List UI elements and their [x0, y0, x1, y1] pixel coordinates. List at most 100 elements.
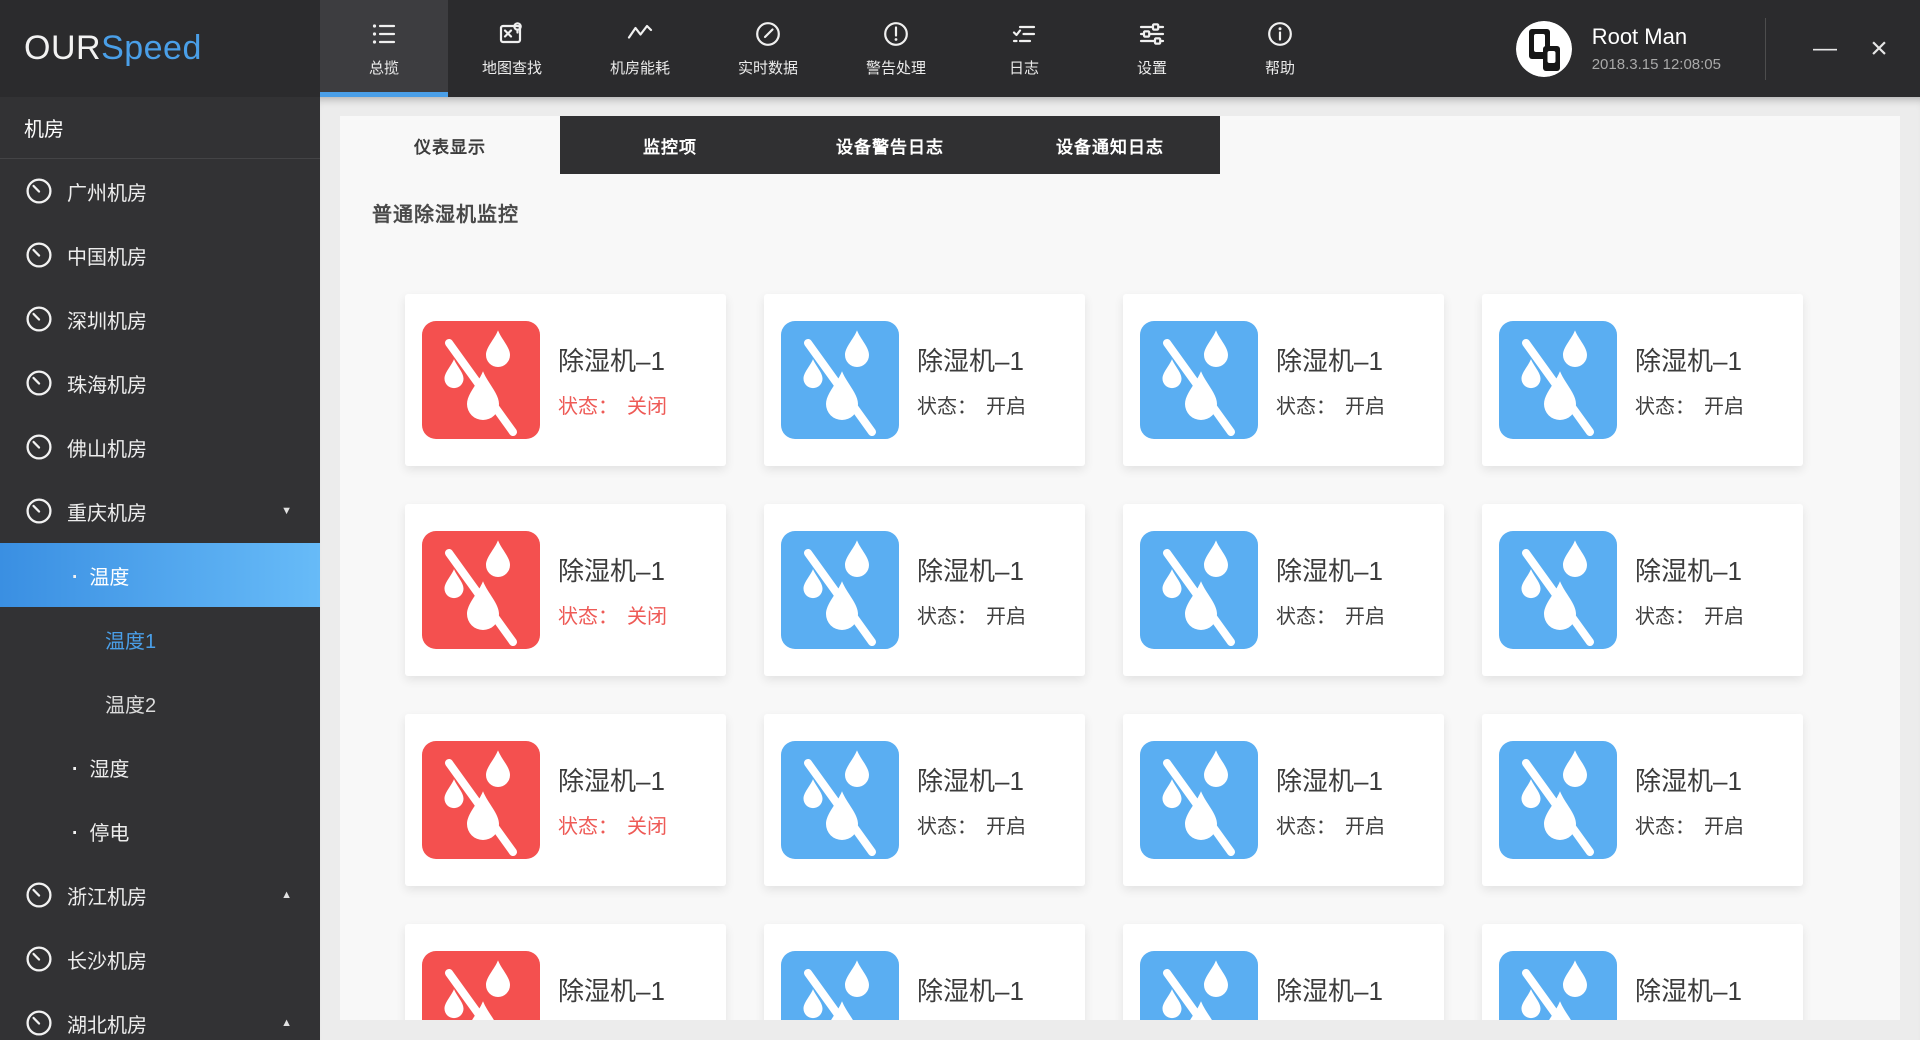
- card-text: 除湿机–1 状态： 关闭: [558, 971, 667, 1020]
- card-text: 除湿机–1 状态： 开启: [1635, 971, 1744, 1020]
- water-drop-slash-icon: [1140, 951, 1258, 1020]
- gauge-icon: [24, 944, 54, 974]
- device-status: 状态： 开启: [917, 600, 1026, 629]
- tab-label: 仪表显示: [414, 133, 486, 158]
- water-drop-slash-icon: [781, 531, 899, 649]
- close-button[interactable]: ×: [1858, 28, 1900, 70]
- dehumidifier-card[interactable]: 除湿机–1 状态： 开启: [1123, 924, 1444, 1020]
- device-status: 状态： 关闭: [558, 390, 667, 419]
- tab[interactable]: 设备警告日志: [780, 116, 1000, 174]
- content-area: 仪表显示 监控项 设备警告日志 设备通知日志: [320, 97, 1920, 1040]
- sidebar-item-label: 中国机房: [67, 241, 147, 270]
- user-name: Root Man: [1592, 24, 1721, 50]
- status-label: 状态：: [1276, 810, 1336, 839]
- sidebar-item[interactable]: 长沙机房: [0, 927, 320, 991]
- nav-item[interactable]: 日志: [960, 0, 1088, 97]
- device-status: 状态： 开启: [917, 810, 1026, 839]
- gauge-icon: [24, 432, 54, 462]
- tab[interactable]: 设备通知日志: [1000, 116, 1220, 174]
- dehumidifier-card[interactable]: 除湿机–1 状态： 开启: [764, 714, 1085, 886]
- sidebar-item[interactable]: · 停电: [0, 799, 320, 863]
- status-value: 开启: [1345, 390, 1385, 419]
- minimize-button[interactable]: —: [1804, 28, 1846, 70]
- dehumidifier-card[interactable]: 除湿机–1 状态： 关闭: [405, 714, 726, 886]
- dehumidifier-card[interactable]: 除湿机–1 状态： 开启: [1123, 504, 1444, 676]
- status-label: 状态：: [558, 600, 618, 629]
- device-title: 除湿机–1: [1276, 761, 1385, 798]
- status-label: 状态：: [1635, 390, 1695, 419]
- sidebar-item-label: 佛山机房: [67, 433, 147, 462]
- device-title: 除湿机–1: [1635, 761, 1744, 798]
- nav-item[interactable]: 警告处理: [832, 0, 960, 97]
- tab-label: 设备警告日志: [836, 133, 944, 158]
- nav-item[interactable]: 总揽: [320, 0, 448, 97]
- sidebar-item[interactable]: 浙江机房 ▲: [0, 863, 320, 927]
- status-label: 状态：: [917, 810, 977, 839]
- card-text: 除湿机–1 状态： 开启: [1635, 761, 1744, 839]
- card-text: 除湿机–1 状态： 开启: [1635, 551, 1744, 629]
- help-icon: [1266, 20, 1294, 48]
- status-value: 关闭: [627, 600, 667, 629]
- status-value: 关闭: [627, 390, 667, 419]
- dehumidifier-card[interactable]: 除湿机–1 状态： 开启: [1482, 504, 1803, 676]
- status-label: 状态：: [917, 600, 977, 629]
- gauge-icon: [24, 176, 54, 206]
- nav-item-label: 日志: [1009, 57, 1039, 78]
- map-search-icon: [498, 20, 526, 48]
- sidebar-item[interactable]: · 湿度: [0, 735, 320, 799]
- status-value: 开启: [1704, 600, 1744, 629]
- card-text: 除湿机–1 状态： 关闭: [558, 761, 667, 839]
- app-window: OURSpeed 机房 广州机房: [0, 0, 1920, 1040]
- water-drop-slash-icon: [1499, 951, 1617, 1020]
- nav-item-label: 警告处理: [866, 57, 926, 78]
- nav-item[interactable]: 实时数据: [704, 0, 832, 97]
- device-title: 除湿机–1: [1635, 551, 1744, 588]
- dehumidifier-card[interactable]: 除湿机–1 状态： 开启: [1482, 294, 1803, 466]
- content-panel: 仪表显示 监控项 设备警告日志 设备通知日志: [340, 116, 1900, 1020]
- sidebar-item[interactable]: 深圳机房: [0, 287, 320, 351]
- dehumidifier-card[interactable]: 除湿机–1 状态： 开启: [764, 924, 1085, 1020]
- water-drop-slash-icon: [1499, 741, 1617, 859]
- nav-item-label: 总揽: [369, 57, 399, 78]
- sidebar-item[interactable]: 重庆机房 ▼: [0, 479, 320, 543]
- expand-arrow-icon: ▲: [281, 1017, 292, 1029]
- gauge-icon: [24, 496, 54, 526]
- dehumidifier-card[interactable]: 除湿机–1 状态： 关闭: [405, 924, 726, 1020]
- device-title: 除湿机–1: [917, 971, 1026, 1008]
- sidebar-item[interactable]: 温度2: [0, 671, 320, 735]
- card-text: 除湿机–1 状态： 开启: [917, 761, 1026, 839]
- tab[interactable]: 监控项: [560, 116, 780, 174]
- status-value: 开启: [986, 600, 1026, 629]
- nav-item[interactable]: 机房能耗: [576, 0, 704, 97]
- sidebar-item[interactable]: 广州机房: [0, 159, 320, 223]
- water-drop-slash-icon: [1499, 321, 1617, 439]
- card-text: 除湿机–1 状态： 开启: [1276, 551, 1385, 629]
- dehumidifier-card[interactable]: 除湿机–1 状态： 开启: [764, 504, 1085, 676]
- tab[interactable]: 仪表显示: [340, 116, 560, 174]
- sidebar-item[interactable]: 温度1: [0, 607, 320, 671]
- sidebar-item[interactable]: 佛山机房: [0, 415, 320, 479]
- nav-items: 总揽 地图查找 机房能耗 实时数据: [320, 0, 1344, 97]
- logo-text-accent: Speed: [101, 29, 202, 68]
- dehumidifier-card[interactable]: 除湿机–1 状态： 关闭: [405, 294, 726, 466]
- dehumidifier-card[interactable]: 除湿机–1 状态： 关闭: [405, 504, 726, 676]
- nav-item[interactable]: 帮助: [1216, 0, 1344, 97]
- sidebar-item[interactable]: · 温度: [0, 543, 320, 607]
- dehumidifier-card[interactable]: 除湿机–1 状态： 开启: [764, 294, 1085, 466]
- dehumidifier-card[interactable]: 除湿机–1 状态： 开启: [1482, 924, 1803, 1020]
- dehumidifier-card[interactable]: 除湿机–1 状态： 开启: [1123, 714, 1444, 886]
- nav-item[interactable]: 地图查找: [448, 0, 576, 97]
- nav-item[interactable]: 设置: [1088, 0, 1216, 97]
- tab-label: 监控项: [643, 133, 697, 158]
- sidebar-item[interactable]: 中国机房: [0, 223, 320, 287]
- water-drop-slash-icon: [422, 741, 540, 859]
- status-value: 开启: [1704, 390, 1744, 419]
- sidebar-item[interactable]: 珠海机房: [0, 351, 320, 415]
- dehumidifier-card[interactable]: 除湿机–1 状态： 开启: [1482, 714, 1803, 886]
- status-label: 状态：: [1635, 810, 1695, 839]
- window-controls-divider: [1765, 18, 1766, 80]
- sidebar-item[interactable]: 湖北机房 ▲: [0, 991, 320, 1040]
- card-text: 除湿机–1 状态： 关闭: [558, 551, 667, 629]
- user-avatar[interactable]: [1516, 21, 1572, 77]
- dehumidifier-card[interactable]: 除湿机–1 状态： 开启: [1123, 294, 1444, 466]
